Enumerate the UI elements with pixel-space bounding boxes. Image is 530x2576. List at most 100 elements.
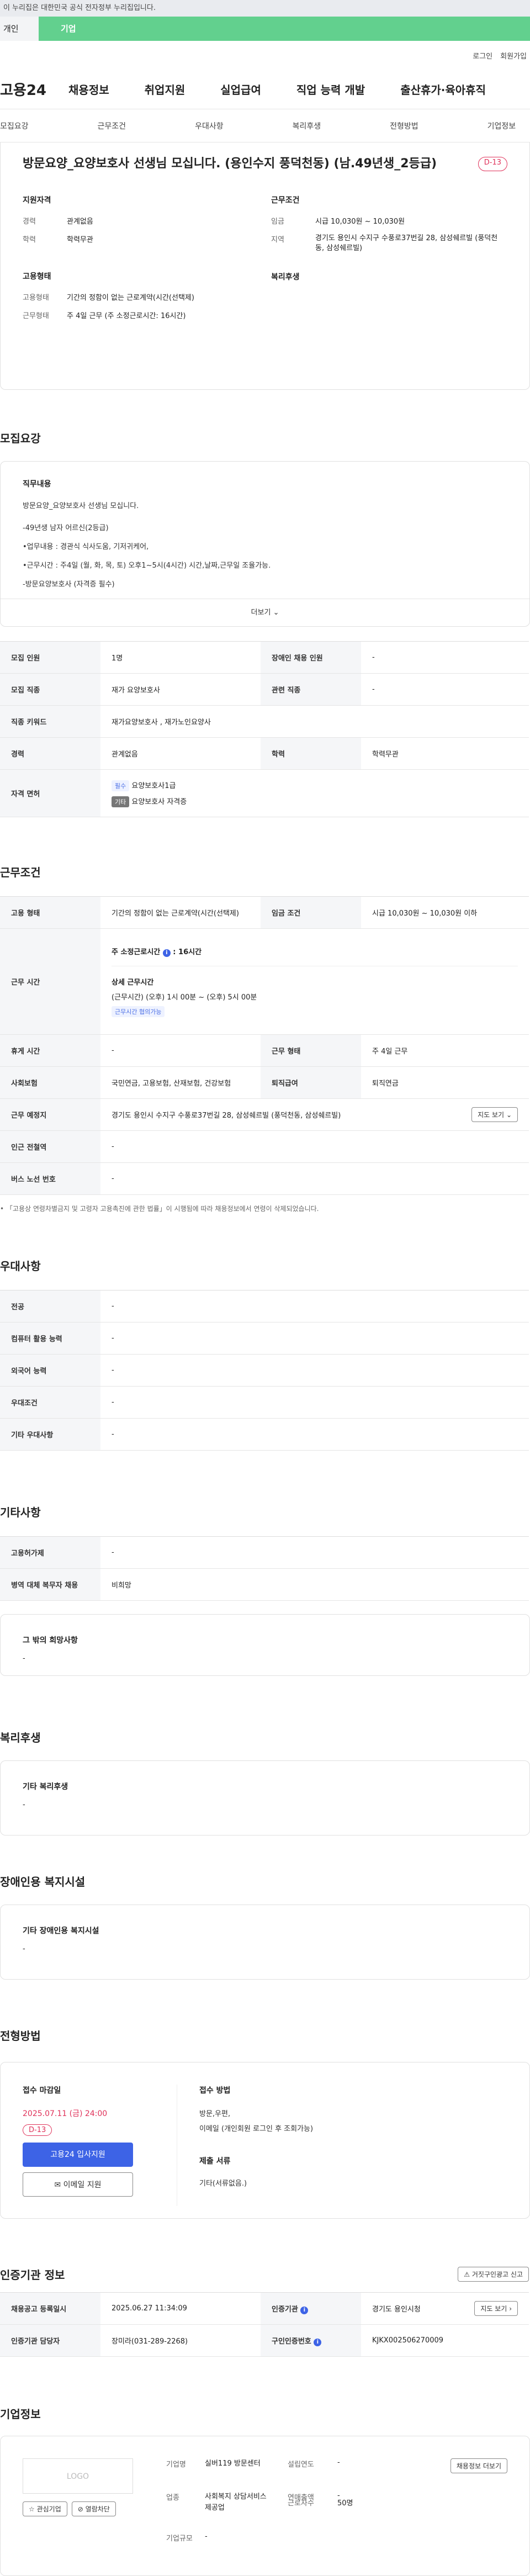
signup-link[interactable]: 회원가입 xyxy=(500,50,527,61)
tab-company[interactable]: 기업 xyxy=(39,17,530,41)
deadline-value: 2025.07.11 (금) 24:00 xyxy=(23,2109,108,2118)
row-value: 장미라(031-289-2268) xyxy=(100,2324,261,2357)
other-wish-value: - xyxy=(23,1654,25,1663)
more-button[interactable]: 더보기 ⌄ xyxy=(1,599,529,626)
etc-table: 고용허가제 - 병역 대체 복무자 채용 비희망 xyxy=(0,1536,529,1601)
career-value: 관계없음 xyxy=(67,218,93,226)
block-icon: ⊘ xyxy=(77,2505,83,2513)
required-tag: 필수 xyxy=(112,780,130,791)
wage-value: 시급 10,030원 ~ 10,030원 xyxy=(315,218,405,226)
org-map-button[interactable]: 지도 보기 › xyxy=(474,2301,518,2316)
siren-icon: ⚠ xyxy=(464,2271,470,2278)
gnb-unemployment-benefit[interactable]: 실업급여 xyxy=(220,81,261,97)
disabled-section-title: 장애인용 복지시설 xyxy=(0,1875,86,1889)
cert-section-title: 인증기관 정보 xyxy=(0,2268,65,2282)
row-value: - xyxy=(100,1418,529,1451)
row-value: 재가요양보호사 , 재가노인요양사 xyxy=(100,705,529,738)
subnav-welfare[interactable]: 복리후생 xyxy=(293,120,321,131)
subnav-company[interactable]: 기업정보 xyxy=(487,120,516,131)
row-label: 자격 면허 xyxy=(0,769,100,817)
gnb-parental-leave[interactable]: 출산휴가·육아휴직 xyxy=(400,81,486,97)
license-value: 요양보호사1급 xyxy=(131,781,176,790)
table-row: 인근 전철역 - xyxy=(0,1130,529,1163)
fav-company-button[interactable]: ☆ 관심기업 xyxy=(23,2501,67,2516)
info-icon[interactable]: i xyxy=(314,2338,322,2346)
duty-title: 직무내용 xyxy=(23,480,51,489)
row-value: - xyxy=(100,1386,529,1419)
area-value: 경기도 용인시 수지구 수풍로37번길 28, 삼성쉐르빌 (풍덕천동, 삼성쉐… xyxy=(315,234,498,252)
docs-title: 제출 서류 xyxy=(199,2157,231,2166)
duty-card: 직무내용 방문요양_요양보호사 선생님 모십니다. -49년생 남자 어르신(2… xyxy=(0,461,530,627)
row-value: 비희망 xyxy=(100,1568,529,1601)
fav-label: 관심기업 xyxy=(36,2505,61,2513)
report-button[interactable]: ⚠ 거짓구인광고 신고 xyxy=(458,2267,529,2282)
row-value: 시급 10,030원 ~ 10,030원 이하 xyxy=(361,896,529,929)
row-label: 버스 노선 번호 xyxy=(0,1162,100,1195)
row-label: 근무 형태 xyxy=(261,1034,361,1067)
row-label: 인증기관 i xyxy=(261,2292,361,2325)
table-row: 고용 형태 기간의 정함이 없는 근로계약(시간(선택제) 임금 조건 시급 10,0… xyxy=(0,896,529,929)
company-card: LOGO ☆ 관심기업 ⊘ 열람차단 기업명 실버119 방문센터 설립연도 -… xyxy=(0,2436,530,2576)
dday-badge: D-13 xyxy=(478,157,507,171)
duty-line: •업무내용 : 경관식 식사도움, 기저귀케어, xyxy=(23,543,149,551)
other-wish-card: 그 밖의 희망사항 - xyxy=(0,1614,530,1676)
edu-label: 학력 xyxy=(23,236,36,244)
block-company-button[interactable]: ⊘ 열람차단 xyxy=(71,2501,116,2516)
company-jobs-button[interactable]: 채용정보 더보기 xyxy=(450,2458,507,2473)
tab-personal[interactable]: 개인 xyxy=(0,17,39,41)
table-row: 경력 관계없음 학력 학력무관 xyxy=(0,737,529,770)
org-cell: 경기도 용인시청 지도 보기 › xyxy=(361,2292,529,2325)
negotiable-tag: 근무시간 협의가능 xyxy=(112,1006,165,1017)
row-value: 재가 요양보호사 xyxy=(100,673,261,706)
duty-line: 방문요양_요양보호사 선생님 모십니다. xyxy=(23,502,139,510)
work-time-cell: 주 소정근로시간 i : 16시간 상세 근무시간 (근무시간) (오후) 1시… xyxy=(100,928,529,1035)
row-value: 관계없음 xyxy=(100,737,261,770)
gnb-employment-support[interactable]: 취업지원 xyxy=(145,81,186,97)
row-value: - xyxy=(100,1354,529,1387)
job-summary-card: 방문요양_요양보호사 선생님 모십니다. (용인수지 풍덕천동) (남.49년생… xyxy=(0,142,530,390)
login-link[interactable]: 로그인 xyxy=(473,50,492,61)
welfare-card: 기타 복리후생 - xyxy=(0,1760,530,1836)
subnav-work[interactable]: 근무조건 xyxy=(98,120,126,131)
apply-button[interactable]: 고용24 입사지원 xyxy=(23,2143,133,2167)
method-title: 접수 방법 xyxy=(199,2086,231,2095)
row-label: 근무 예정지 xyxy=(0,1098,100,1131)
row-label: 고용허가제 xyxy=(0,1536,100,1569)
gnb-jobs[interactable]: 채용정보 xyxy=(68,81,109,97)
row-value: 2025.06.27 11:34:09 xyxy=(100,2292,261,2325)
row-label: 경력 xyxy=(0,737,100,770)
duty-line: -49년생 남자 어르신(2등급) xyxy=(23,524,109,532)
report-label: 거짓구인광고 신고 xyxy=(471,2271,523,2278)
detail-hours-title: 상세 근무시간 xyxy=(112,978,154,987)
row-label: 병역 대체 복무자 채용 xyxy=(0,1568,100,1601)
table-row: 채용공고 등록일시 2025.06.27 11:34:09 인증기관 i 경기도 용인… xyxy=(0,2292,529,2325)
subnav-process[interactable]: 전형방법 xyxy=(390,120,418,131)
subnav-recruit[interactable]: 모집요강 xyxy=(0,120,29,131)
hours-value: 주 4일 근무 (주 소정근로시간: 16시간) xyxy=(67,312,186,320)
welfare-value: - xyxy=(23,1801,25,1809)
emp-type-title: 고용형태 xyxy=(23,272,51,281)
gnb-training[interactable]: 직업 능력 개발 xyxy=(296,81,365,97)
subnav-pref[interactable]: 우대사항 xyxy=(195,120,224,131)
row-label: 사회보험 xyxy=(0,1066,100,1099)
row-value: - xyxy=(100,1034,261,1067)
apply-qual-title: 지원자격 xyxy=(23,196,51,205)
row-label: 구인인증번호 i xyxy=(261,2324,361,2357)
career-label: 경력 xyxy=(23,218,36,226)
section-nav: 모집요강 근무조건 우대사항 복리후생 전형방법 기업정보 xyxy=(0,109,530,142)
table-row: 인증기관 담당자 장미라(031-289-2268) 구인인증번호 i KJKX002… xyxy=(0,2324,529,2357)
pref-table: 전공 - 컴퓨터 활용 능력 - 외국어 능력 - 우대조건 - 기타 우대사항 - xyxy=(0,1290,529,1451)
table-row: 모집 직종 재가 요양보호사 관련 직종 - xyxy=(0,673,529,706)
hours-label: 근무형태 xyxy=(23,312,49,320)
info-icon[interactable]: i xyxy=(162,949,171,957)
row-label: 모집 인원 xyxy=(0,641,100,674)
place-value: 경기도 용인시 수지구 수풍로37번길 28, 삼성쉐르빌 (풍덕천동, 삼성쉐… xyxy=(112,1112,341,1120)
weekly-hours-label: 주 소정근로시간 xyxy=(112,948,161,956)
row-value: - xyxy=(100,1290,529,1323)
email-apply-button[interactable]: ✉ 이메일 지원 xyxy=(23,2172,133,2197)
disabled-card: 기타 장애인용 복지시설 - xyxy=(0,1905,530,1980)
site-logo[interactable]: 고용24 xyxy=(0,79,46,99)
row-label: 학력 xyxy=(261,737,361,770)
map-button[interactable]: 지도 보기 ⌄ xyxy=(471,1107,518,1122)
org-value: 경기도 용인시청 xyxy=(372,2305,421,2314)
